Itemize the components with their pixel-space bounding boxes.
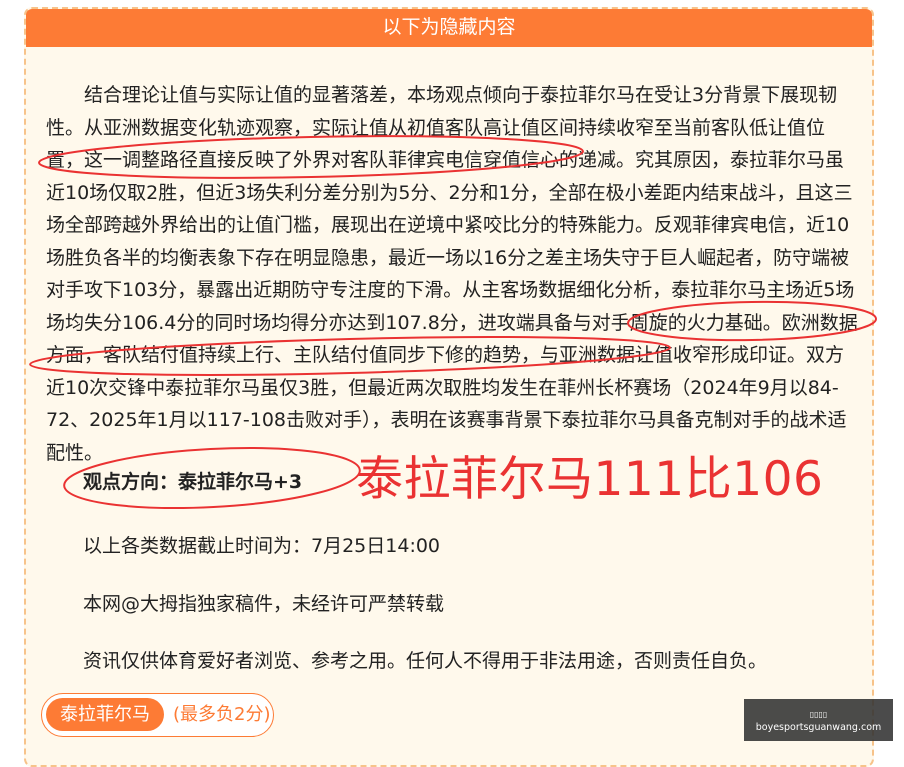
hidden-content-header: 以下为隐藏内容 [26,9,872,47]
team-tag-label[interactable]: 泰拉菲尔马 [46,698,164,731]
analysis-paragraph: 结合理论让值与实际让值的显著落差，本场观点倾向于泰拉菲尔马在受让3分背景下展现韧… [46,84,858,464]
team-tag[interactable]: 泰拉菲尔马 (最多负2分) [41,693,274,737]
disclaimer-line: 资讯仅供体育爱好者浏览、参考之用。任何人不得用于非法用途，否则责任自负。 [83,650,768,672]
site-watermark: ▯▯▯▯ boyesportsguanwang.com [744,699,893,741]
watermark-domain: boyesportsguanwang.com [755,722,882,733]
watermark-top-text: ▯▯▯▯ [809,710,828,719]
copyright-line: 本网@大拇指独家稿件，未经许可严禁转载 [83,593,445,615]
team-tag-note: (最多负2分) [173,704,271,725]
viewpoint-line: 观点方向：泰拉菲尔马+3 [83,471,303,493]
hidden-content-card: 以下为隐藏内容 结合理论让值与实际让值的显著落差，本场观点倾向于泰拉菲尔马在受让… [24,7,874,767]
data-cutoff-line: 以上各类数据截止时间为：7月25日14:00 [83,535,441,557]
handwritten-score-annotation: 泰拉菲尔马111比106 [356,452,824,507]
